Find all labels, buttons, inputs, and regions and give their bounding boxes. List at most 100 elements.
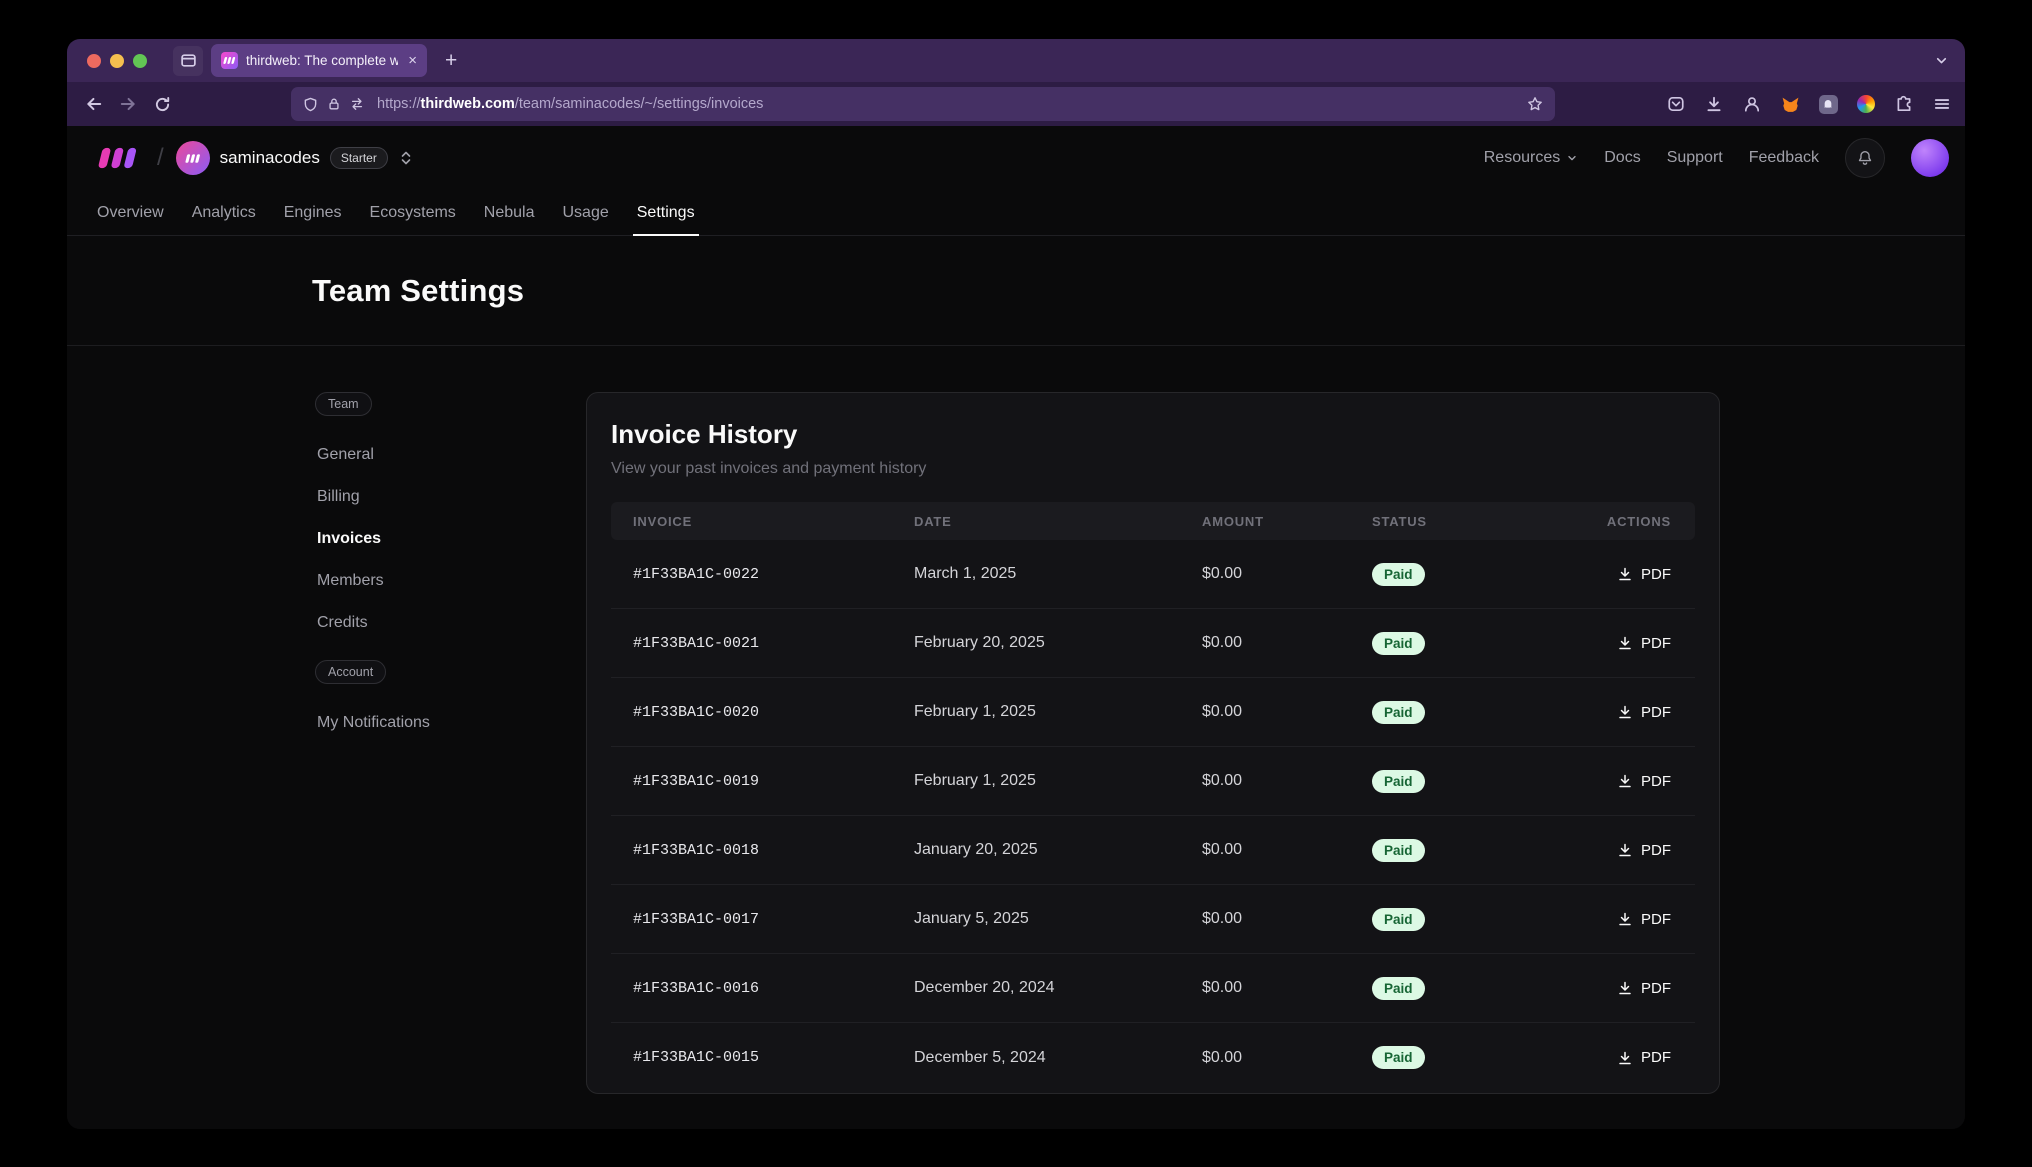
invoice-date: March 1, 2025 (914, 565, 1202, 583)
back-button[interactable] (77, 87, 111, 121)
card-subtitle: View your past invoices and payment hist… (611, 460, 1695, 478)
sidebar-item-my-notifications[interactable]: My Notifications (315, 702, 545, 744)
chevron-up-down-icon[interactable] (400, 149, 412, 167)
resources-label: Resources (1484, 149, 1560, 167)
tab-close-icon[interactable]: × (406, 53, 417, 68)
sidebar-account-list: My Notifications (315, 702, 545, 744)
table-row: #1F33BA1C-0015 December 5, 2024 $0.00 Pa… (611, 1023, 1695, 1092)
invoice-amount: $0.00 (1202, 841, 1372, 859)
download-pdf-button[interactable]: PDF (1617, 635, 1671, 652)
breadcrumb-slash: / (157, 144, 164, 172)
status-badge: Paid (1372, 563, 1425, 586)
table-row: #1F33BA1C-0022 March 1, 2025 $0.00 Paid … (611, 540, 1695, 609)
feedback-link[interactable]: Feedback (1749, 149, 1819, 167)
sidebar-item-members[interactable]: Members (315, 560, 545, 602)
download-pdf-button[interactable]: PDF (1617, 773, 1671, 790)
tab-engines[interactable]: Engines (270, 190, 356, 235)
lock-icon[interactable] (327, 97, 341, 111)
resources-menu[interactable]: Resources (1484, 149, 1578, 167)
table-row: #1F33BA1C-0019 February 1, 2025 $0.00 Pa… (611, 747, 1695, 816)
sidebar-item-invoices[interactable]: Invoices (315, 518, 545, 560)
chevron-down-icon (1566, 152, 1578, 164)
download-pdf-button[interactable]: PDF (1617, 566, 1671, 583)
pdf-label: PDF (1641, 1049, 1671, 1066)
invoice-date: January 5, 2025 (914, 910, 1202, 928)
page-title: Team Settings (312, 273, 524, 309)
invoice-id: #1F33BA1C-0018 (611, 842, 914, 859)
sidebar-item-general[interactable]: General (315, 434, 545, 476)
pdf-label: PDF (1641, 842, 1671, 859)
status-badge: Paid (1372, 977, 1425, 1000)
invoice-date: December 20, 2024 (914, 979, 1202, 997)
download-icon (1617, 566, 1633, 582)
bookmark-star-icon[interactable] (1527, 96, 1543, 112)
navigation-toolbar: https://thirdweb.com/team/saminacodes/~/… (67, 82, 1965, 126)
docs-link[interactable]: Docs (1604, 149, 1640, 167)
tab-list-chevron-icon[interactable] (1934, 39, 1949, 82)
status-badge: Paid (1372, 908, 1425, 931)
wallet-extension-icon[interactable] (1817, 93, 1839, 115)
tab-ecosystems[interactable]: Ecosystems (356, 190, 470, 235)
toolbar-extensions (1665, 82, 1953, 126)
download-pdf-button[interactable]: PDF (1617, 704, 1671, 721)
metamask-extension-icon[interactable] (1779, 93, 1801, 115)
tab-settings[interactable]: Settings (623, 190, 709, 235)
support-link[interactable]: Support (1667, 149, 1723, 167)
invoice-amount: $0.00 (1202, 634, 1372, 652)
pocket-icon[interactable] (1665, 93, 1687, 115)
browser-tab[interactable]: thirdweb: The complete web3 d × (211, 44, 427, 77)
download-pdf-button[interactable]: PDF (1617, 1049, 1671, 1066)
tracking-protection-shield-icon[interactable] (303, 97, 318, 112)
download-pdf-button[interactable]: PDF (1617, 980, 1671, 997)
team-name: saminacodes (220, 148, 320, 168)
table-row: #1F33BA1C-0020 February 1, 2025 $0.00 Pa… (611, 678, 1695, 747)
sidebar-item-billing[interactable]: Billing (315, 476, 545, 518)
tab-usage[interactable]: Usage (549, 190, 623, 235)
extensions-puzzle-icon[interactable] (1893, 93, 1915, 115)
dashboard-nav-tabs: Overview Analytics Engines Ecosystems Ne… (67, 190, 1965, 236)
team-switcher[interactable]: saminacodes Starter (176, 141, 412, 175)
download-pdf-button[interactable]: PDF (1617, 842, 1671, 859)
color-wheel-extension-icon[interactable] (1855, 93, 1877, 115)
column-status: STATUS (1372, 514, 1572, 529)
pdf-label: PDF (1641, 566, 1671, 583)
firefox-view-button[interactable] (173, 46, 203, 76)
exchange-arrows-icon[interactable] (350, 97, 364, 111)
thirdweb-dashboard: / saminacodes Starter Resources Docs Sup… (67, 126, 1965, 1129)
invoice-date: December 5, 2024 (914, 1049, 1202, 1067)
sidebar-item-credits[interactable]: Credits (315, 602, 545, 644)
table-header-row: INVOICE DATE AMOUNT STATUS ACTIONS (611, 502, 1695, 540)
column-amount: AMOUNT (1202, 514, 1372, 529)
url-domain: thirdweb.com (421, 96, 515, 112)
thirdweb-logo[interactable] (97, 145, 143, 171)
download-icon (1617, 842, 1633, 858)
plan-badge: Starter (330, 147, 388, 169)
table-row: #1F33BA1C-0017 January 5, 2025 $0.00 Pai… (611, 885, 1695, 954)
thirdweb-favicon (221, 52, 238, 69)
forward-button[interactable] (111, 87, 145, 121)
invoice-id: #1F33BA1C-0015 (611, 1049, 914, 1066)
reload-button[interactable] (145, 87, 179, 121)
download-pdf-button[interactable]: PDF (1617, 911, 1671, 928)
pdf-label: PDF (1641, 911, 1671, 928)
minimize-window-button[interactable] (110, 54, 124, 68)
invoice-amount: $0.00 (1202, 565, 1372, 583)
zoom-window-button[interactable] (133, 54, 147, 68)
table-row: #1F33BA1C-0016 December 20, 2024 $0.00 P… (611, 954, 1695, 1023)
downloads-icon[interactable] (1703, 93, 1725, 115)
close-window-button[interactable] (87, 54, 101, 68)
invoice-table: INVOICE DATE AMOUNT STATUS ACTIONS #1F33… (611, 502, 1695, 1092)
tab-nebula[interactable]: Nebula (470, 190, 549, 235)
browser-window: thirdweb: The complete web3 d × + (67, 39, 1965, 1129)
new-tab-button[interactable]: + (439, 49, 463, 73)
tab-analytics[interactable]: Analytics (178, 190, 270, 235)
user-avatar[interactable] (1911, 139, 1949, 177)
tab-overview[interactable]: Overview (83, 190, 178, 235)
account-icon[interactable] (1741, 93, 1763, 115)
download-icon (1617, 980, 1633, 996)
menu-icon[interactable] (1931, 93, 1953, 115)
team-avatar (176, 141, 210, 175)
notifications-bell-button[interactable] (1845, 138, 1885, 178)
url-bar[interactable]: https://thirdweb.com/team/saminacodes/~/… (291, 87, 1555, 121)
status-badge: Paid (1372, 1046, 1425, 1069)
